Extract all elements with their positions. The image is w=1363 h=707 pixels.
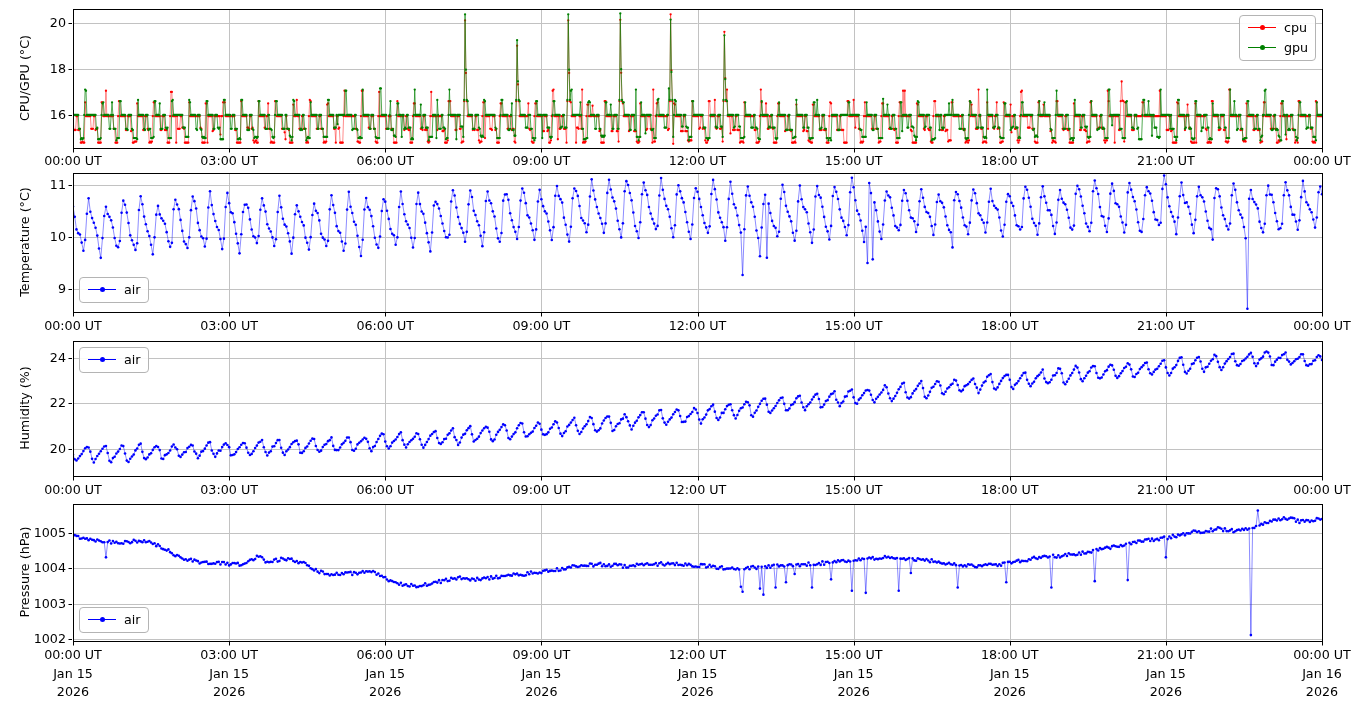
x-tick-label: 03:00 UT: [179, 647, 279, 662]
ylabel-humidity: Humidity (%): [17, 366, 32, 450]
x-tick-label: 21:00 UT: [1116, 318, 1216, 333]
x-tick-label: 18:00 UT: [960, 318, 1060, 333]
legend-item-air-pressure: air: [87, 610, 141, 630]
x-tick-label: 00:00 UT: [23, 647, 123, 662]
x-tick-date-label: Jan 15: [491, 666, 591, 681]
x-tick-date-label: Jan 15: [335, 666, 435, 681]
figure: 00:00 UT 03:00 UT 06:00 UT 09:00 UT 12:00 UT…: [0, 0, 1363, 707]
gpu-line-marker-icon: [1247, 45, 1277, 51]
x-tick-label: 12:00 UT: [648, 153, 748, 168]
x-tick-label: 03:00 UT: [179, 153, 279, 168]
y-tick-label: 9: [6, 281, 66, 297]
x-tick-label: 06:00 UT: [335, 647, 435, 662]
x-tick-label: 00:00 UT: [1272, 318, 1363, 333]
x-tick-label: 12:00 UT: [648, 318, 748, 333]
air-line-marker-icon: [87, 287, 117, 293]
y-tick-label: 1004: [6, 560, 66, 576]
y-tick-label: 20: [6, 441, 66, 457]
x-tick-label: 00:00 UT: [23, 318, 123, 333]
legend-label-gpu: gpu: [1284, 42, 1308, 55]
x-tick-label: 00:00 UT: [23, 482, 123, 497]
x-tick-label: 15:00 UT: [804, 153, 904, 168]
y-tick-label: 24: [6, 350, 66, 366]
x-tick-label: 06:00 UT: [335, 482, 435, 497]
x-tick-label: 00:00 UT: [1272, 647, 1363, 662]
x-tick-date-label: Jan 15: [648, 666, 748, 681]
x-tick-date-label: Jan 15: [960, 666, 1060, 681]
x-tick-label: 15:00 UT: [804, 482, 904, 497]
y-tick-label: 22: [6, 395, 66, 411]
x-tick-label: 21:00 UT: [1116, 647, 1216, 662]
x-tick-label: 03:00 UT: [179, 482, 279, 497]
x-tick-label: 12:00 UT: [648, 482, 748, 497]
y-tick-label: 16: [6, 107, 66, 123]
x-tick-year-label: 2026: [1272, 684, 1363, 699]
x-tick-label: 03:00 UT: [179, 318, 279, 333]
y-tick-label: 11: [6, 177, 66, 193]
x-tick-date-label: Jan 15: [1116, 666, 1216, 681]
air-line-marker-icon: [87, 357, 117, 363]
legend-humidity: air: [79, 347, 149, 373]
x-tick-date-label: Jan 16: [1272, 666, 1363, 681]
x-tick-year-label: 2026: [335, 684, 435, 699]
x-tick-label: 09:00 UT: [491, 482, 591, 497]
x-tick-label: 06:00 UT: [335, 318, 435, 333]
legend-cpu-gpu: cpu gpu: [1239, 15, 1316, 61]
x-tick-date-label: Jan 15: [179, 666, 279, 681]
x-tick-label: 15:00 UT: [804, 318, 904, 333]
legend-item-air-humidity: air: [87, 350, 141, 370]
x-tick-year-label: 2026: [23, 684, 123, 699]
x-tick-label: 09:00 UT: [491, 153, 591, 168]
y-tick-label: 20: [6, 15, 66, 31]
ylabel-temperature: Temperature (°C): [17, 187, 32, 297]
x-tick-label: 18:00 UT: [960, 647, 1060, 662]
y-tick-label: 1002: [6, 631, 66, 647]
x-tick-year-label: 2026: [491, 684, 591, 699]
x-tick-label: 18:00 UT: [960, 482, 1060, 497]
air-line-marker-icon: [87, 617, 117, 623]
legend-item-air-temp: air: [87, 280, 141, 300]
ylabel-cpu-gpu: CPU/GPU (°C): [17, 35, 32, 121]
x-tick-label: 09:00 UT: [491, 647, 591, 662]
x-tick-label: 21:00 UT: [1116, 153, 1216, 168]
x-tick-year-label: 2026: [179, 684, 279, 699]
x-tick-label: 09:00 UT: [491, 318, 591, 333]
y-tick-label: 1003: [6, 596, 66, 612]
chart-canvas: [0, 0, 1363, 707]
x-tick-label: 00:00 UT: [23, 153, 123, 168]
x-tick-date-label: Jan 15: [804, 666, 904, 681]
ylabel-pressure: Pressure (hPa): [17, 526, 32, 617]
x-tick-label: 21:00 UT: [1116, 482, 1216, 497]
x-tick-date-label: Jan 15: [23, 666, 123, 681]
legend-label-cpu: cpu: [1284, 22, 1307, 35]
x-tick-year-label: 2026: [1116, 684, 1216, 699]
x-tick-year-label: 2026: [960, 684, 1060, 699]
legend-temperature: air: [79, 277, 149, 303]
legend-item-cpu: cpu: [1247, 18, 1308, 38]
legend-label-air-humidity: air: [124, 354, 141, 367]
x-tick-label: 18:00 UT: [960, 153, 1060, 168]
legend-label-air-pressure: air: [124, 614, 141, 627]
x-tick-label: 06:00 UT: [335, 153, 435, 168]
x-tick-label: 00:00 UT: [1272, 153, 1363, 168]
y-tick-label: 1005: [6, 525, 66, 541]
y-tick-label: 10: [6, 229, 66, 245]
cpu-line-marker-icon: [1247, 25, 1277, 31]
x-tick-label: 15:00 UT: [804, 647, 904, 662]
x-tick-label: 12:00 UT: [648, 647, 748, 662]
x-tick-year-label: 2026: [804, 684, 904, 699]
legend-label-air-temp: air: [124, 284, 141, 297]
legend-pressure: air: [79, 607, 149, 633]
x-tick-year-label: 2026: [648, 684, 748, 699]
x-tick-label: 00:00 UT: [1272, 482, 1363, 497]
y-tick-label: 18: [6, 61, 66, 77]
legend-item-gpu: gpu: [1247, 38, 1308, 58]
